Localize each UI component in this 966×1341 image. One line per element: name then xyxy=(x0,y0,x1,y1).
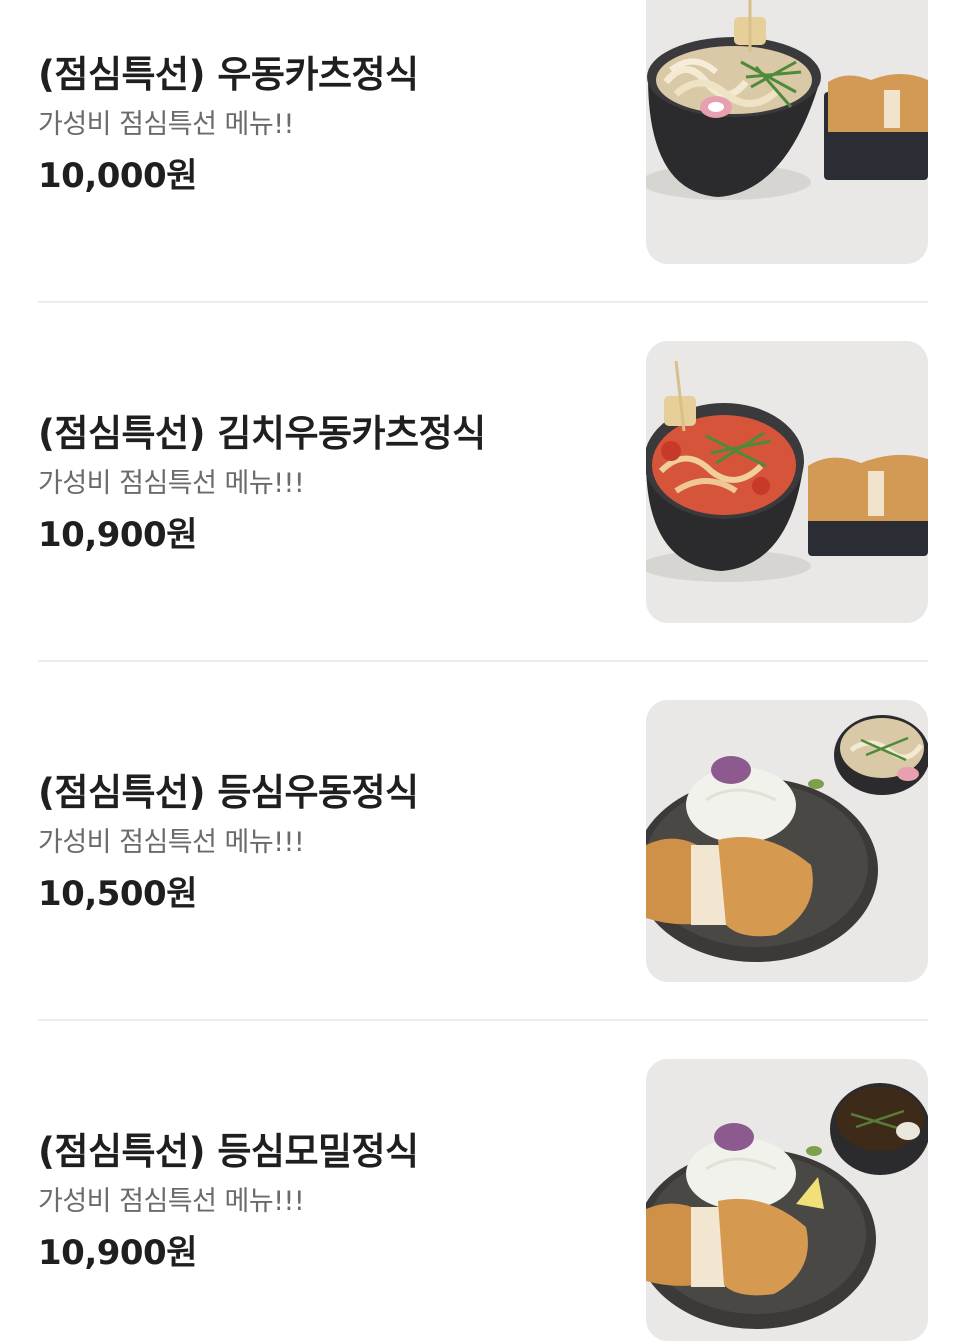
menu-item-description: 가성비 점심특선 메뉴!! xyxy=(38,109,294,140)
menu-item-text: (점심특선) 등심우동정식 가성비 점심특선 메뉴!!! 10,500원 xyxy=(38,771,618,915)
menu-item-name: (점심특선) 김치우동카츠정식 xyxy=(38,412,486,455)
menu-item-price: 10,000원 xyxy=(38,156,197,196)
loin-cutlet-udon-set-photo xyxy=(646,700,928,982)
menu-item-description: 가성비 점심특선 메뉴!!! xyxy=(38,468,305,499)
menu-item-price: 10,900원 xyxy=(38,515,197,555)
loin-cutlet-soba-set-photo xyxy=(646,1059,928,1341)
menu-item-name: (점심특선) 등심우동정식 xyxy=(38,771,419,814)
udon-katsu-set-photo xyxy=(646,0,928,264)
menu-item[interactable]: (점심특선) 등심모밀정식 가성비 점심특선 메뉴!!! 10,900원 xyxy=(38,1059,928,1341)
menu-item-name: (점심특선) 우동카츠정식 xyxy=(38,53,419,96)
kimchi-udon-katsu-set-photo xyxy=(646,341,928,623)
menu-item[interactable]: (점심특선) 우동카츠정식 가성비 점심특선 메뉴!! 10,000원 xyxy=(38,0,928,264)
menu-item-price: 10,900원 xyxy=(38,1233,197,1273)
menu-list: (점심특선) 우동카츠정식 가성비 점심특선 메뉴!! 10,000원 (점심특… xyxy=(0,0,966,1341)
menu-item-price: 10,500원 xyxy=(38,874,197,914)
menu-item[interactable]: (점심특선) 김치우동카츠정식 가성비 점심특선 메뉴!!! 10,900원 xyxy=(38,341,928,623)
menu-item-text: (점심특선) 김치우동카츠정식 가성비 점심특선 메뉴!!! 10,900원 xyxy=(38,412,618,556)
menu-item[interactable]: (점심특선) 등심우동정식 가성비 점심특선 메뉴!!! 10,500원 xyxy=(38,700,928,982)
menu-item-description: 가성비 점심특선 메뉴!!! xyxy=(38,827,305,858)
menu-item-name: (점심특선) 등심모밀정식 xyxy=(38,1130,419,1173)
menu-item-text: (점심특선) 우동카츠정식 가성비 점심특선 메뉴!! 10,000원 xyxy=(38,53,618,197)
menu-item-text: (점심특선) 등심모밀정식 가성비 점심특선 메뉴!!! 10,900원 xyxy=(38,1130,618,1274)
divider xyxy=(38,1019,928,1021)
menu-item-description: 가성비 점심특선 메뉴!!! xyxy=(38,1186,305,1217)
divider xyxy=(38,301,928,303)
divider xyxy=(38,660,928,662)
